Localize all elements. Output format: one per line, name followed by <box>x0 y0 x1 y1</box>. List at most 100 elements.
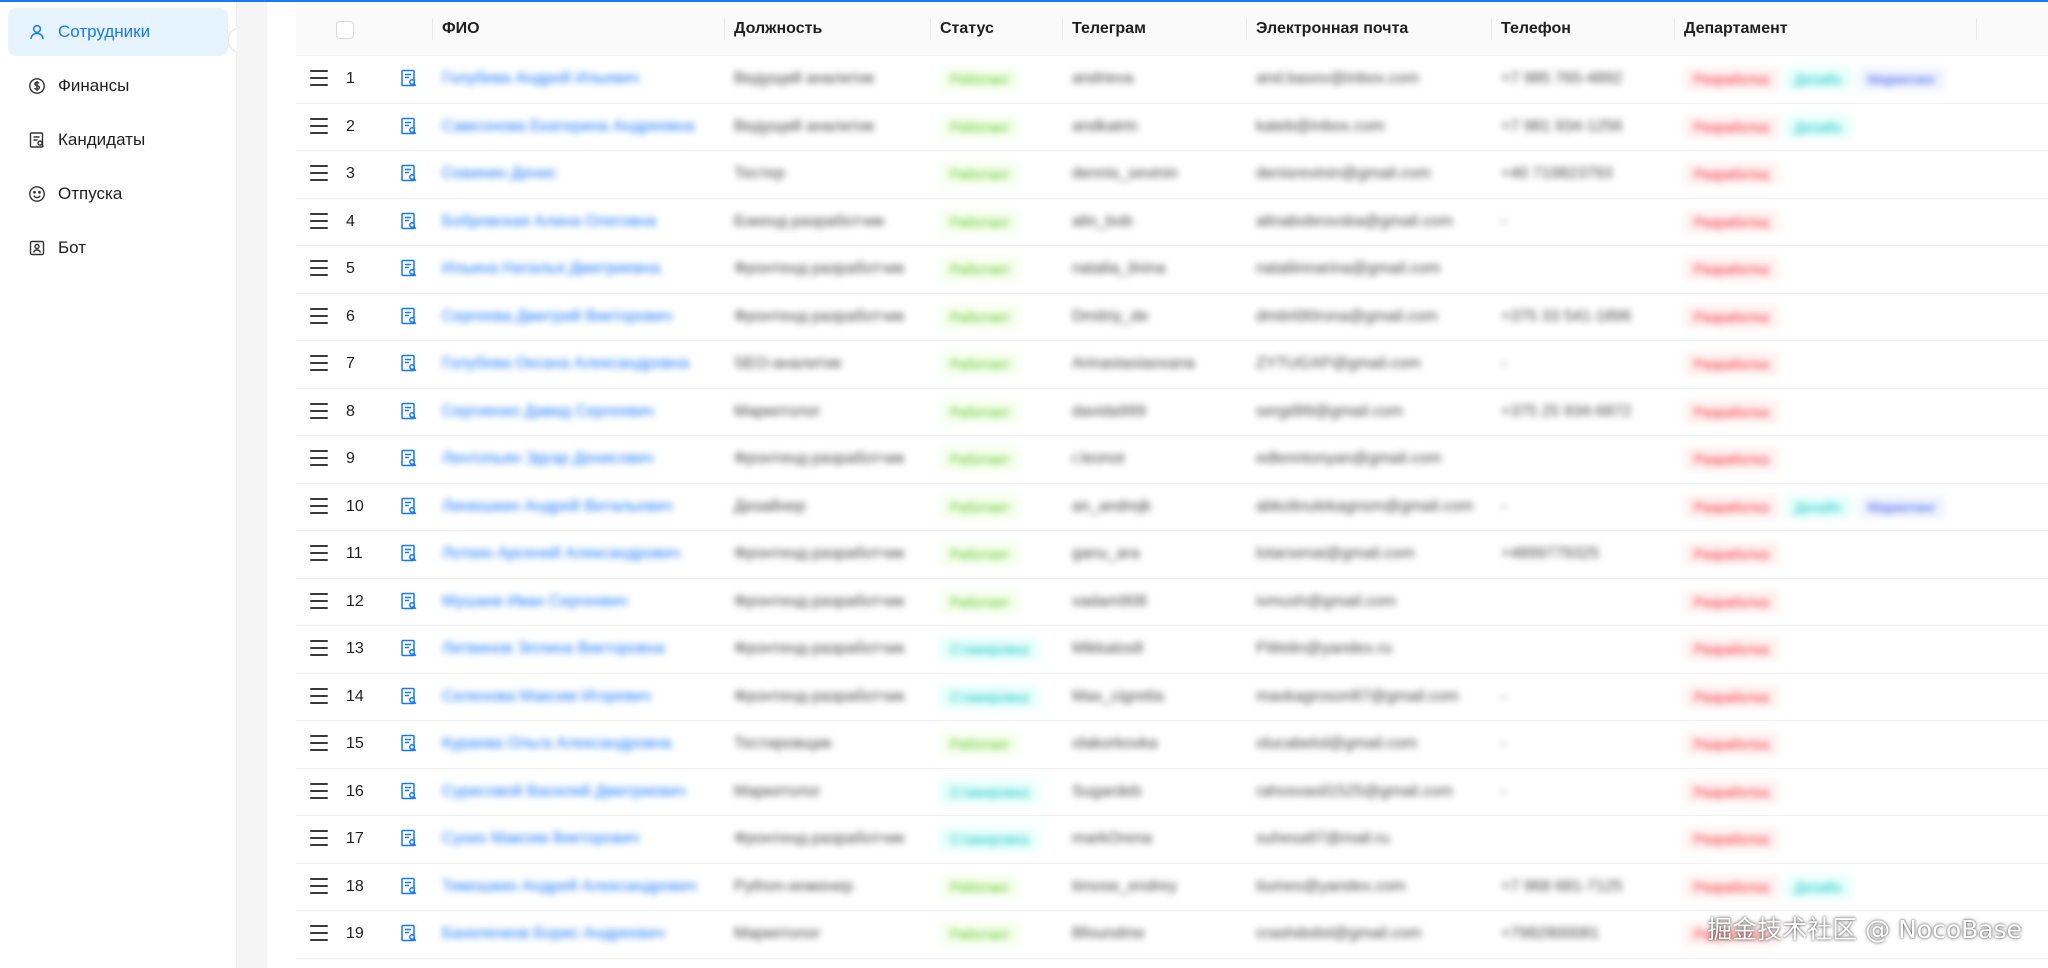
open-record-icon[interactable] <box>400 449 418 469</box>
drag-handle-icon[interactable] <box>310 212 328 229</box>
table-row[interactable]: 17 Сухих Максим Викторович Фронтенд-разраб… <box>296 815 2048 864</box>
column-header-email[interactable]: Электронная почта <box>1246 2 1491 56</box>
column-header-status[interactable]: Статус <box>930 2 1062 56</box>
table-row[interactable]: 1 Голубева Андрей Ильевич Ведущий аналитик… <box>296 55 2048 104</box>
position-value: Python-инженер <box>734 877 854 895</box>
drag-handle-icon[interactable] <box>310 165 328 181</box>
open-record-icon[interactable] <box>400 69 418 89</box>
fio-value[interactable]: Сухих Максим Викторович <box>432 830 639 848</box>
fio-value[interactable]: Литвинов Эллина Викторовна <box>432 640 665 658</box>
table-row[interactable]: 9 Лентопьян Эдгар Денисович Фронтенд-разра… <box>296 435 2048 484</box>
column-header-department[interactable]: Департамент <box>1674 2 1976 56</box>
table-row[interactable]: 15 Кураева Ольга Александровна Тестировщик… <box>296 720 2048 769</box>
drag-handle-icon[interactable] <box>310 830 328 846</box>
open-record-icon[interactable] <box>400 734 418 754</box>
open-record-icon[interactable] <box>400 687 418 707</box>
telegram-value: vadam908 <box>1072 592 1147 610</box>
fio-value[interactable]: Лоткин Арсений Александрович <box>432 545 680 563</box>
drag-handle-icon[interactable] <box>310 545 328 561</box>
table-row[interactable]: 13 Литвинов Эллина Викторовна Фронтенд-раз… <box>296 625 2048 674</box>
table-row[interactable]: 8 Сергиенко Давид Сергеевич Маркетолог Рабо… <box>296 388 2048 436</box>
fio-value[interactable]: Линюшкин Андрей Витальевич <box>432 498 672 516</box>
open-record-icon[interactable] <box>400 877 418 897</box>
drag-handle-icon[interactable] <box>310 70 328 86</box>
table-row[interactable]: 5 Ильина Наталья Дмитриевна Фронтенд-разра… <box>296 245 2048 294</box>
status-cell: Работает <box>930 103 1062 151</box>
sidebar-item-finance[interactable]: Финансы <box>8 62 228 110</box>
open-record-icon[interactable] <box>400 212 418 232</box>
sidebar-item-employees[interactable]: Сотрудники <box>8 8 228 56</box>
column-header-phone[interactable]: Телефон <box>1491 2 1674 56</box>
table-row[interactable]: 4 Бобровская Алина Олеговна Бэкенд-разрабо… <box>296 198 2048 246</box>
open-record-icon[interactable] <box>400 354 418 374</box>
drag-handle-icon[interactable] <box>310 687 328 704</box>
department-cell: Разработка <box>1674 815 1976 864</box>
column-header-position[interactable]: Должность <box>724 2 930 56</box>
fio-value[interactable]: Сергеева Дмитрий Викторович <box>432 308 672 326</box>
drag-handle-icon[interactable] <box>310 260 328 276</box>
open-record-icon[interactable] <box>400 497 418 517</box>
open-record-icon[interactable] <box>400 117 418 137</box>
open-record-icon[interactable] <box>400 544 418 564</box>
open-record-icon[interactable] <box>400 782 418 802</box>
table-row[interactable]: 2 Самсонова Екатерина Андреевна Ведущий ан… <box>296 103 2048 151</box>
drag-handle-icon[interactable] <box>310 355 328 371</box>
column-header-telegram[interactable]: Телеграм <box>1062 2 1246 56</box>
fio-value[interactable]: Голубева Андрей Ильевич <box>432 70 639 88</box>
drag-handle-icon[interactable] <box>310 117 328 134</box>
fio-value[interactable]: Селенова Максим Игоревич <box>432 688 651 706</box>
select-all-checkbox[interactable] <box>336 21 354 39</box>
fio-value[interactable]: Сергиенко Давид Сергеевич <box>432 403 654 421</box>
table-row[interactable]: 10 Линюшкин Андрей Витальевич Дизайнер Рабо… <box>296 483 2048 531</box>
drag-handle-icon[interactable] <box>310 307 328 324</box>
table-row[interactable]: 11 Лоткин Арсений Александрович Фронтенд-р… <box>296 530 2048 579</box>
fio-value[interactable]: Мушаев Иван Сергеевич <box>432 593 628 611</box>
sidebar-item-vacations[interactable]: Отпуска <box>8 170 228 218</box>
drag-handle-icon[interactable] <box>310 925 328 941</box>
sidebar-item-candidates[interactable]: Кандидаты <box>8 116 228 164</box>
telegram-value: r.leonot <box>1072 450 1125 468</box>
table-row[interactable]: 3 Севинин Денис Тестер Работает dennis_sevin… <box>296 150 2048 199</box>
table-row[interactable]: 14 Селенова Максим Игоревич Фронтенд-разра… <box>296 673 2048 721</box>
open-record-icon[interactable] <box>400 402 418 422</box>
table-row[interactable]: 12 Мушаев Иван Сергеевич Фронтенд-разработ… <box>296 578 2048 626</box>
fio-value[interactable]: Сурисовой Василий Дмитриевич <box>432 783 686 801</box>
open-record-icon[interactable] <box>400 924 418 944</box>
department-cell: Разработка <box>1674 340 1976 389</box>
drag-handle-icon[interactable] <box>310 592 328 609</box>
table-row[interactable]: 6 Сергеева Дмитрий Викторович Фронтенд-раз… <box>296 293 2048 341</box>
open-record-icon[interactable] <box>400 639 418 659</box>
column-header-fio[interactable]: ФИО <box>432 2 724 56</box>
drag-handle-icon[interactable] <box>310 782 328 799</box>
row-number: 5 <box>346 260 355 277</box>
open-record-icon[interactable] <box>400 259 418 279</box>
fio-value[interactable]: Бобровская Алина Олеговна <box>432 213 656 231</box>
email-value: nataliinnarina@gmail.com <box>1256 260 1441 278</box>
fio-value[interactable]: Лентопьян Эдгар Денисович <box>432 450 654 468</box>
open-record-icon[interactable] <box>400 307 418 327</box>
table-row[interactable]: 7 Голубева Оксана Александровна SEO-аналит… <box>296 340 2048 389</box>
open-record-icon[interactable] <box>400 592 418 612</box>
drag-handle-icon[interactable] <box>310 497 328 514</box>
drag-handle-icon[interactable] <box>310 877 328 894</box>
phone-cell: +7 985 765-4892 <box>1491 55 1674 104</box>
sidebar-item-label: Финансы <box>58 76 130 95</box>
fio-value[interactable]: Самсонова Екатерина Андреевна <box>432 118 695 136</box>
fio-value[interactable]: Голубева Оксана Александровна <box>432 355 689 373</box>
drag-handle-icon[interactable] <box>310 402 328 419</box>
fio-value[interactable]: Кураева Ольга Александровна <box>432 735 671 753</box>
open-record-icon[interactable] <box>400 829 418 849</box>
fio-value[interactable]: Тимошкин Андрей Александрович <box>432 878 697 896</box>
fio-value[interactable]: Севинин Денис <box>432 165 556 183</box>
phone-cell: +7982800081 <box>1491 910 1674 959</box>
drag-handle-icon[interactable] <box>310 640 328 656</box>
drag-handle-icon[interactable] <box>310 450 328 466</box>
fio-value[interactable]: Бахеленков Борис Андреевич <box>432 925 665 943</box>
table-row[interactable]: 18 Тимошкин Андрей Александрович Python-ин… <box>296 863 2048 911</box>
sidebar-item-bot[interactable]: Бот <box>8 224 228 272</box>
email-value: suhesa97@mail.ru <box>1256 830 1390 848</box>
table-row[interactable]: 16 Сурисовой Василий Дмитриевич Маркетолог… <box>296 768 2048 816</box>
fio-value[interactable]: Ильина Наталья Дмитриевна <box>432 260 660 278</box>
open-record-icon[interactable] <box>400 164 418 184</box>
drag-handle-icon[interactable] <box>310 735 328 751</box>
